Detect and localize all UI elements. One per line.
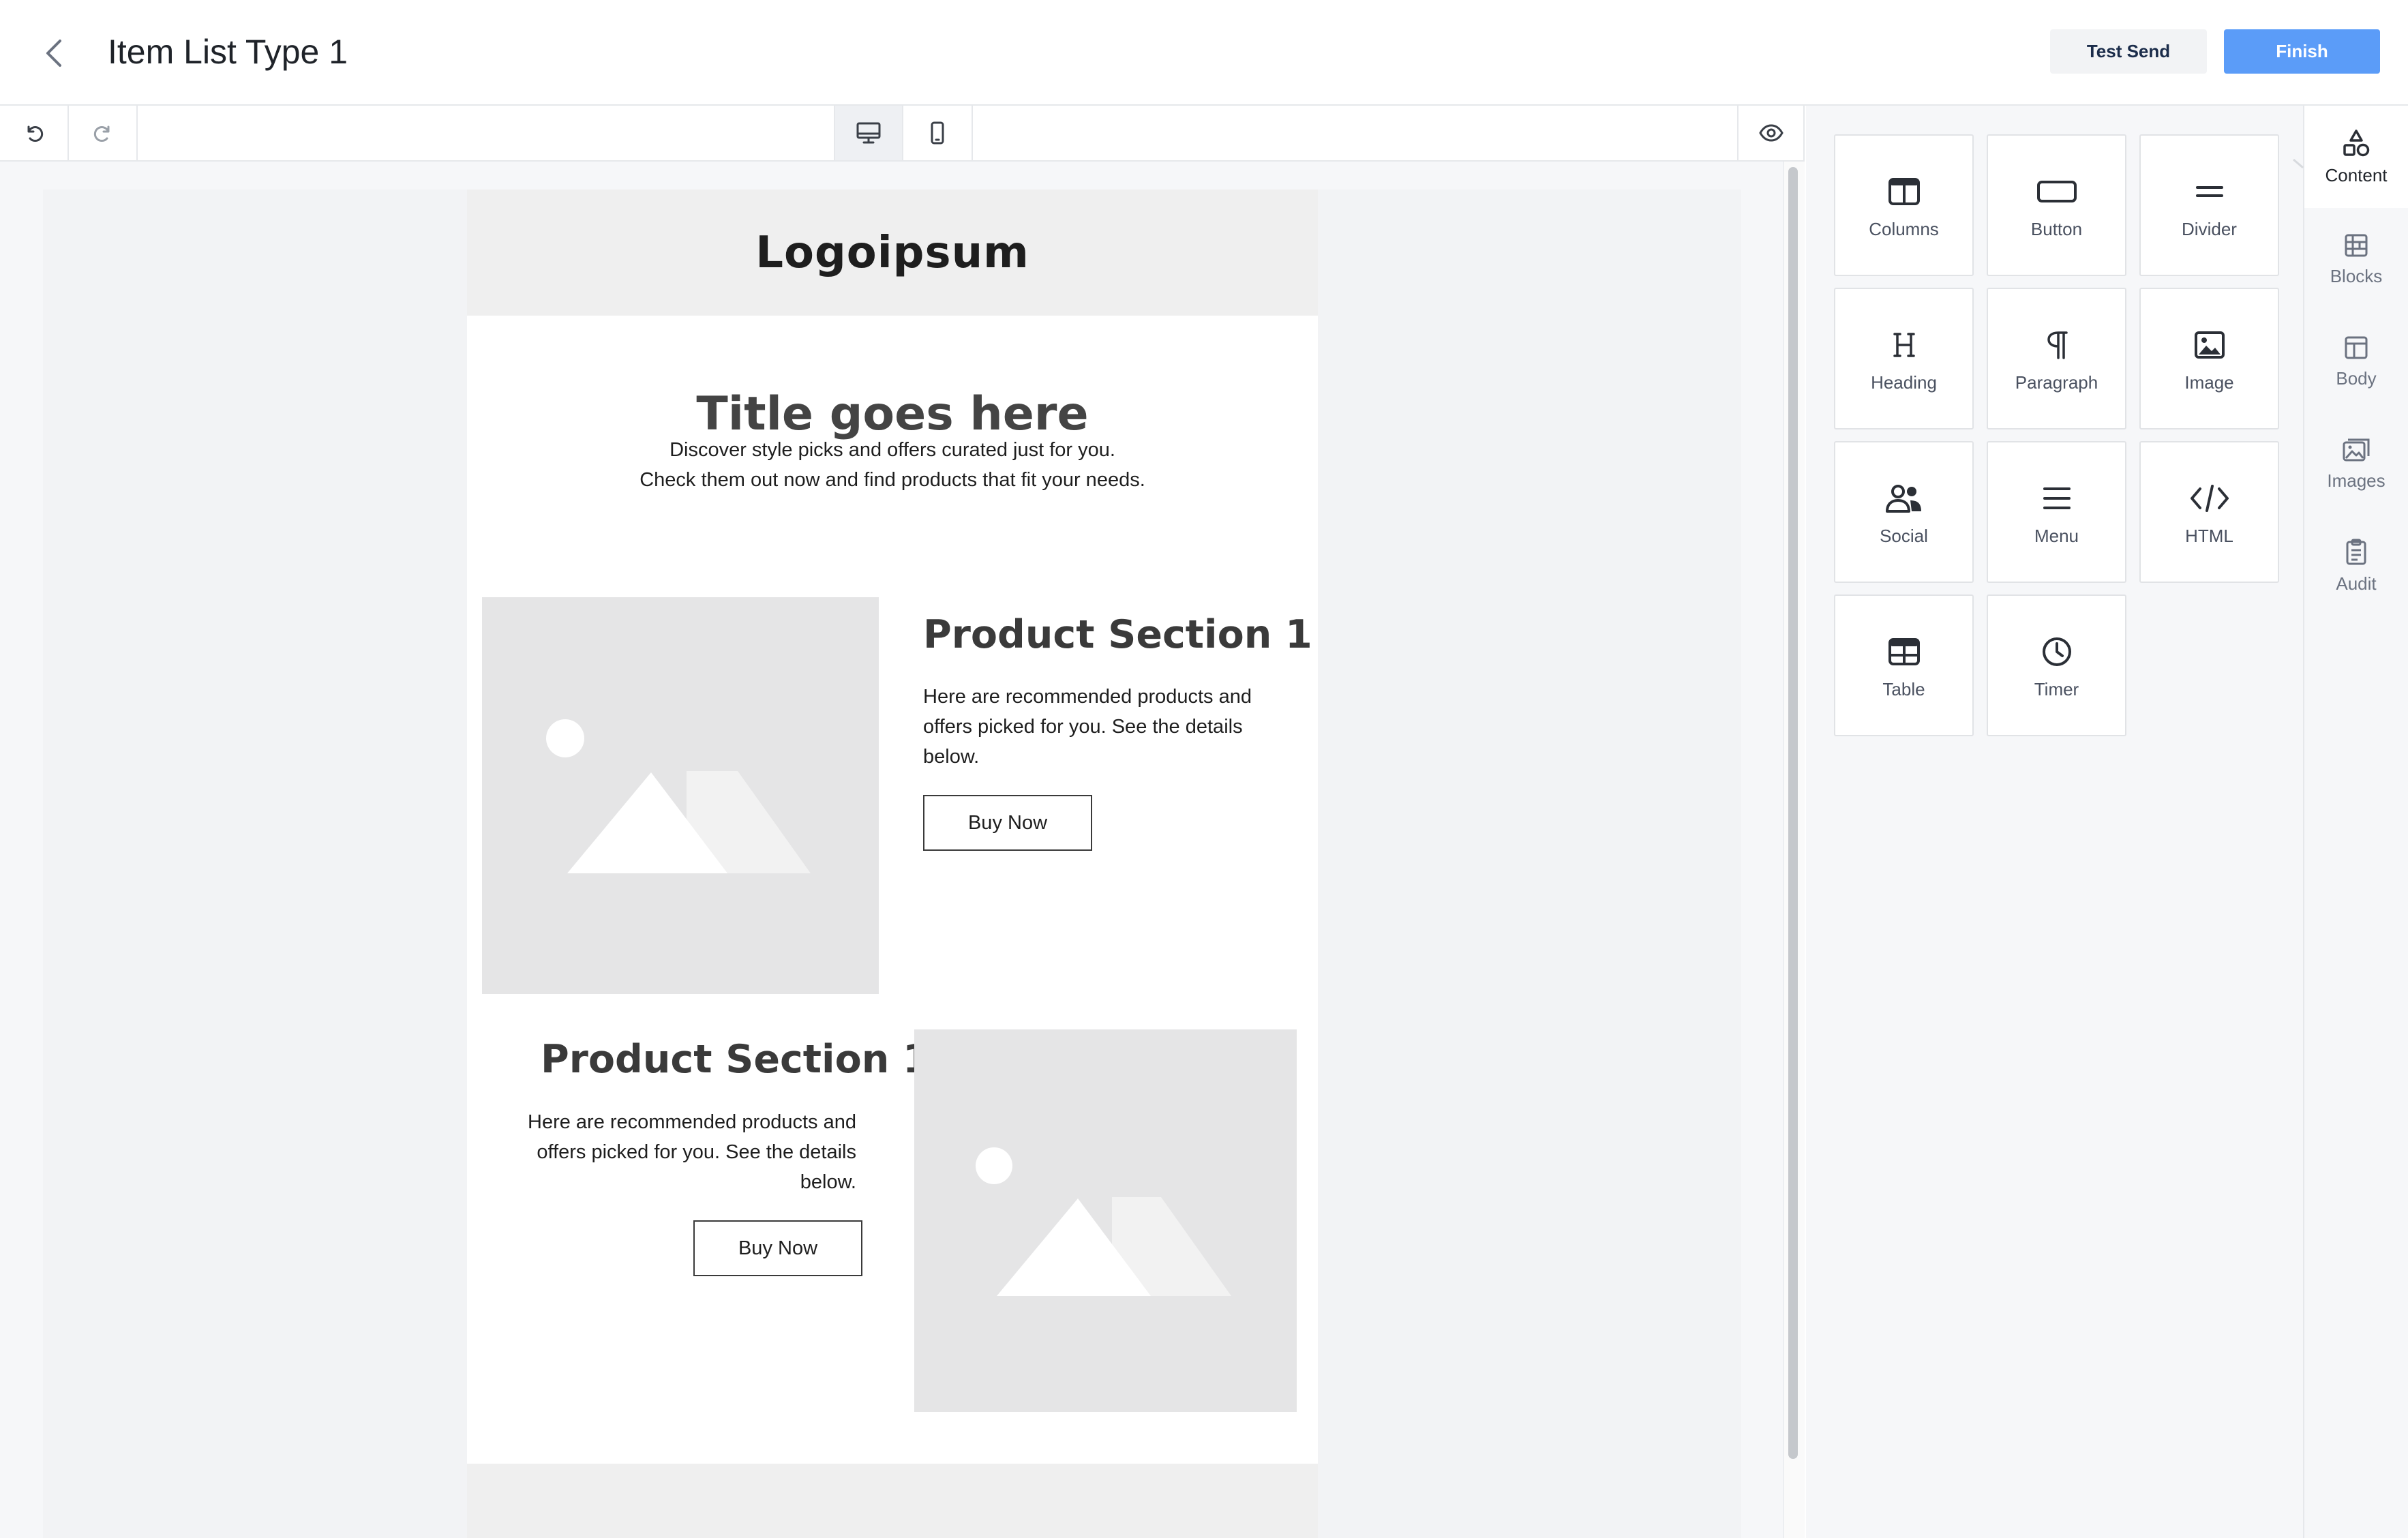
product-title[interactable]: Product Section 1: [923, 612, 1312, 657]
tool-label: Menu: [2034, 526, 2079, 546]
editor-toolbar: [0, 106, 1805, 162]
buy-now-button[interactable]: Buy Now: [693, 1220, 862, 1276]
nav-body[interactable]: Body: [2304, 310, 2408, 412]
product-title[interactable]: Product Section 1: [541, 1037, 930, 1082]
tool-menu[interactable]: Menu: [1987, 441, 2126, 583]
nav-images[interactable]: Images: [2304, 412, 2408, 515]
canvas-scrollbar[interactable]: [1788, 167, 1798, 1459]
heading-icon: [1893, 333, 1915, 357]
tool-label: Paragraph: [2015, 372, 2098, 393]
intro-line: Discover style picks and offers curated …: [669, 439, 1115, 461]
tool-social[interactable]: Social: [1834, 441, 1974, 583]
nav-content[interactable]: Content: [2304, 106, 2408, 208]
email-title[interactable]: Title goes here: [467, 387, 1318, 441]
nav-label: Body: [2336, 367, 2377, 389]
tool-label: Image: [2184, 372, 2234, 393]
audit-icon: [2346, 539, 2366, 564]
table-icon: [1888, 638, 1920, 665]
social-icon: [1885, 485, 1921, 513]
undo-icon: [27, 125, 43, 142]
undo-button[interactable]: [0, 106, 69, 160]
shapes-icon: [2343, 129, 2370, 156]
tool-label: Heading: [1871, 372, 1937, 393]
editor-side-nav: Content Blocks Body Images Audit: [2304, 106, 2408, 1538]
product-description[interactable]: Here are recommended products and offers…: [508, 1107, 856, 1197]
tool-label: HTML: [2185, 526, 2233, 546]
nav-label: Images: [2327, 470, 2386, 491]
desktop-view-button[interactable]: [834, 106, 903, 160]
html-icon: [2190, 485, 2229, 512]
email-body: Logoipsum Title goes here Discover style…: [467, 190, 1318, 1538]
columns-icon: [1888, 178, 1920, 205]
email-intro-text[interactable]: Discover style picks and offers curated …: [467, 435, 1318, 495]
chevron-left-icon: [46, 40, 61, 67]
email-header-block[interactable]: Logoipsum: [467, 190, 1318, 316]
top-header: Item List Type 1 Test Send Finish: [0, 0, 2408, 106]
paragraph-icon: [2047, 331, 2068, 359]
preview-button[interactable]: [1737, 106, 1805, 160]
page-title: Item List Type 1: [108, 33, 348, 71]
product-image-placeholder[interactable]: [914, 1029, 1297, 1412]
nav-blocks[interactable]: Blocks: [2304, 208, 2408, 310]
timer-icon: [2042, 637, 2071, 666]
email-footer-block[interactable]: [467, 1464, 1318, 1538]
test-send-button[interactable]: Test Send: [2050, 29, 2207, 74]
tool-columns[interactable]: Columns: [1834, 134, 1974, 276]
tool-image[interactable]: Image: [2139, 288, 2279, 429]
nav-label: Content: [2325, 164, 2388, 185]
blocks-icon: [2345, 234, 2368, 256]
back-button[interactable]: [34, 33, 75, 74]
product-description[interactable]: Here are recommended products and offers…: [923, 682, 1278, 772]
button-icon: [2036, 181, 2077, 202]
tool-table[interactable]: Table: [1834, 594, 1974, 736]
menu-icon: [2043, 487, 2071, 509]
mobile-icon: [931, 121, 944, 145]
finish-button[interactable]: Finish: [2224, 29, 2380, 74]
tool-label: Timer: [2034, 679, 2079, 699]
tool-label: Social: [1880, 526, 1928, 546]
nav-audit[interactable]: Audit: [2304, 515, 2408, 617]
divider-icon: [2195, 186, 2223, 197]
tool-label: Divider: [2182, 219, 2237, 239]
email-canvas: Logoipsum Title goes here Discover style…: [0, 162, 1805, 1538]
redo-icon: [93, 125, 109, 142]
tool-heading[interactable]: Heading: [1834, 288, 1974, 429]
product-image-placeholder[interactable]: [482, 597, 879, 994]
image-placeholder-icon: [976, 1147, 1231, 1296]
nav-label: Audit: [2336, 573, 2377, 594]
email-editor: Item List Type 1 Test Send Finish Logoip…: [0, 0, 2408, 1538]
desktop-icon: [856, 122, 881, 144]
tool-label: Table: [1882, 679, 1925, 699]
body-icon: [2345, 336, 2368, 359]
buy-now-button[interactable]: Buy Now: [923, 795, 1092, 851]
image-icon: [2194, 331, 2225, 359]
tool-label: Columns: [1869, 219, 1939, 239]
tool-timer[interactable]: Timer: [1987, 594, 2126, 736]
tool-paragraph[interactable]: Paragraph: [1987, 288, 2126, 429]
tool-html[interactable]: HTML: [2139, 441, 2279, 583]
redo-button[interactable]: [69, 106, 138, 160]
intro-line: Check them out now and find products tha…: [639, 469, 1145, 491]
tool-button[interactable]: Button: [1987, 134, 2126, 276]
mobile-view-button[interactable]: [903, 106, 973, 160]
tool-divider[interactable]: Divider: [2139, 134, 2279, 276]
content-tools-panel: Columns Button Divider Heading Paragraph…: [1806, 106, 2304, 1538]
nav-label: Blocks: [2330, 265, 2383, 286]
eye-icon: [1758, 124, 1784, 142]
tool-label: Button: [2030, 219, 2083, 239]
logo: Logoipsum: [755, 227, 1029, 278]
image-placeholder-icon: [546, 719, 811, 873]
images-icon: [2343, 438, 2370, 461]
